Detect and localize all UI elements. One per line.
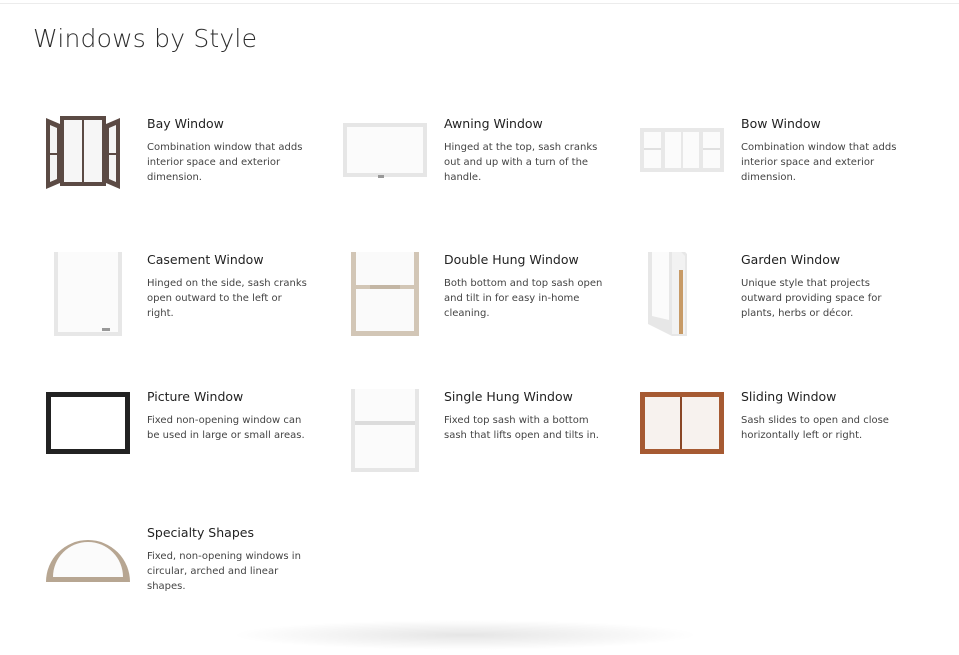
bottom-shadow — [230, 620, 700, 650]
style-description: Fixed top sash with a bottom sash that l… — [444, 415, 599, 441]
style-card-garden[interactable]: Garden Window Unique style that projects… — [627, 252, 917, 382]
style-card-awning[interactable]: Awning Window Hinged at the top, sash cr… — [330, 116, 620, 246]
style-name[interactable]: Double Hung Window — [444, 252, 579, 267]
style-name[interactable]: Specialty Shapes — [147, 525, 254, 540]
style-description: Hinged on the side, sash cranks open out… — [147, 278, 307, 319]
specialty-shapes-icon — [33, 525, 133, 625]
picture-window-icon — [33, 389, 133, 489]
style-card-sliding[interactable]: Sliding Window Sash slides to open and c… — [627, 389, 917, 519]
style-description: Combination window that adds interior sp… — [741, 142, 897, 183]
style-name[interactable]: Awning Window — [444, 116, 543, 131]
style-description: Hinged at the top, sash cranks out and u… — [444, 142, 598, 183]
style-name[interactable]: Casement Window — [147, 252, 264, 267]
style-card-double-hung[interactable]: Double Hung Window Both bottom and top s… — [330, 252, 620, 382]
style-card-bow[interactable]: Bow Window Combination window that adds … — [627, 116, 917, 246]
style-card-casement[interactable]: Casement Window Hinged on the side, sash… — [33, 252, 323, 382]
style-name[interactable]: Garden Window — [741, 252, 840, 267]
sliding-window-icon — [627, 389, 727, 489]
style-description: Sash slides to open and close horizontal… — [741, 415, 889, 441]
double-hung-window-icon — [330, 252, 430, 352]
style-name[interactable]: Bay Window — [147, 116, 224, 131]
style-card-single-hung[interactable]: Single Hung Window Fixed top sash with a… — [330, 389, 620, 519]
bay-window-icon — [33, 116, 133, 216]
awning-window-icon — [330, 116, 430, 216]
style-card-bay[interactable]: Bay Window Combination window that adds … — [33, 116, 323, 246]
casement-window-icon — [33, 252, 133, 352]
style-name[interactable]: Picture Window — [147, 389, 243, 404]
single-hung-window-icon — [330, 389, 430, 489]
style-name[interactable]: Single Hung Window — [444, 389, 573, 404]
garden-window-icon — [627, 252, 727, 352]
style-card-picture[interactable]: Picture Window Fixed non-opening window … — [33, 389, 323, 519]
style-name[interactable]: Sliding Window — [741, 389, 836, 404]
style-description: Unique style that projects outward provi… — [741, 278, 882, 319]
style-name[interactable]: Bow Window — [741, 116, 821, 131]
style-description: Fixed non-opening window can be used in … — [147, 415, 305, 441]
style-description: Fixed, non-opening windows in circular, … — [147, 551, 301, 592]
style-description: Combination window that adds interior sp… — [147, 142, 303, 183]
window-style-grid: Bay Window Combination window that adds … — [0, 0, 959, 635]
style-description: Both bottom and top sash open and tilt i… — [444, 278, 603, 319]
bow-window-icon — [627, 116, 727, 216]
